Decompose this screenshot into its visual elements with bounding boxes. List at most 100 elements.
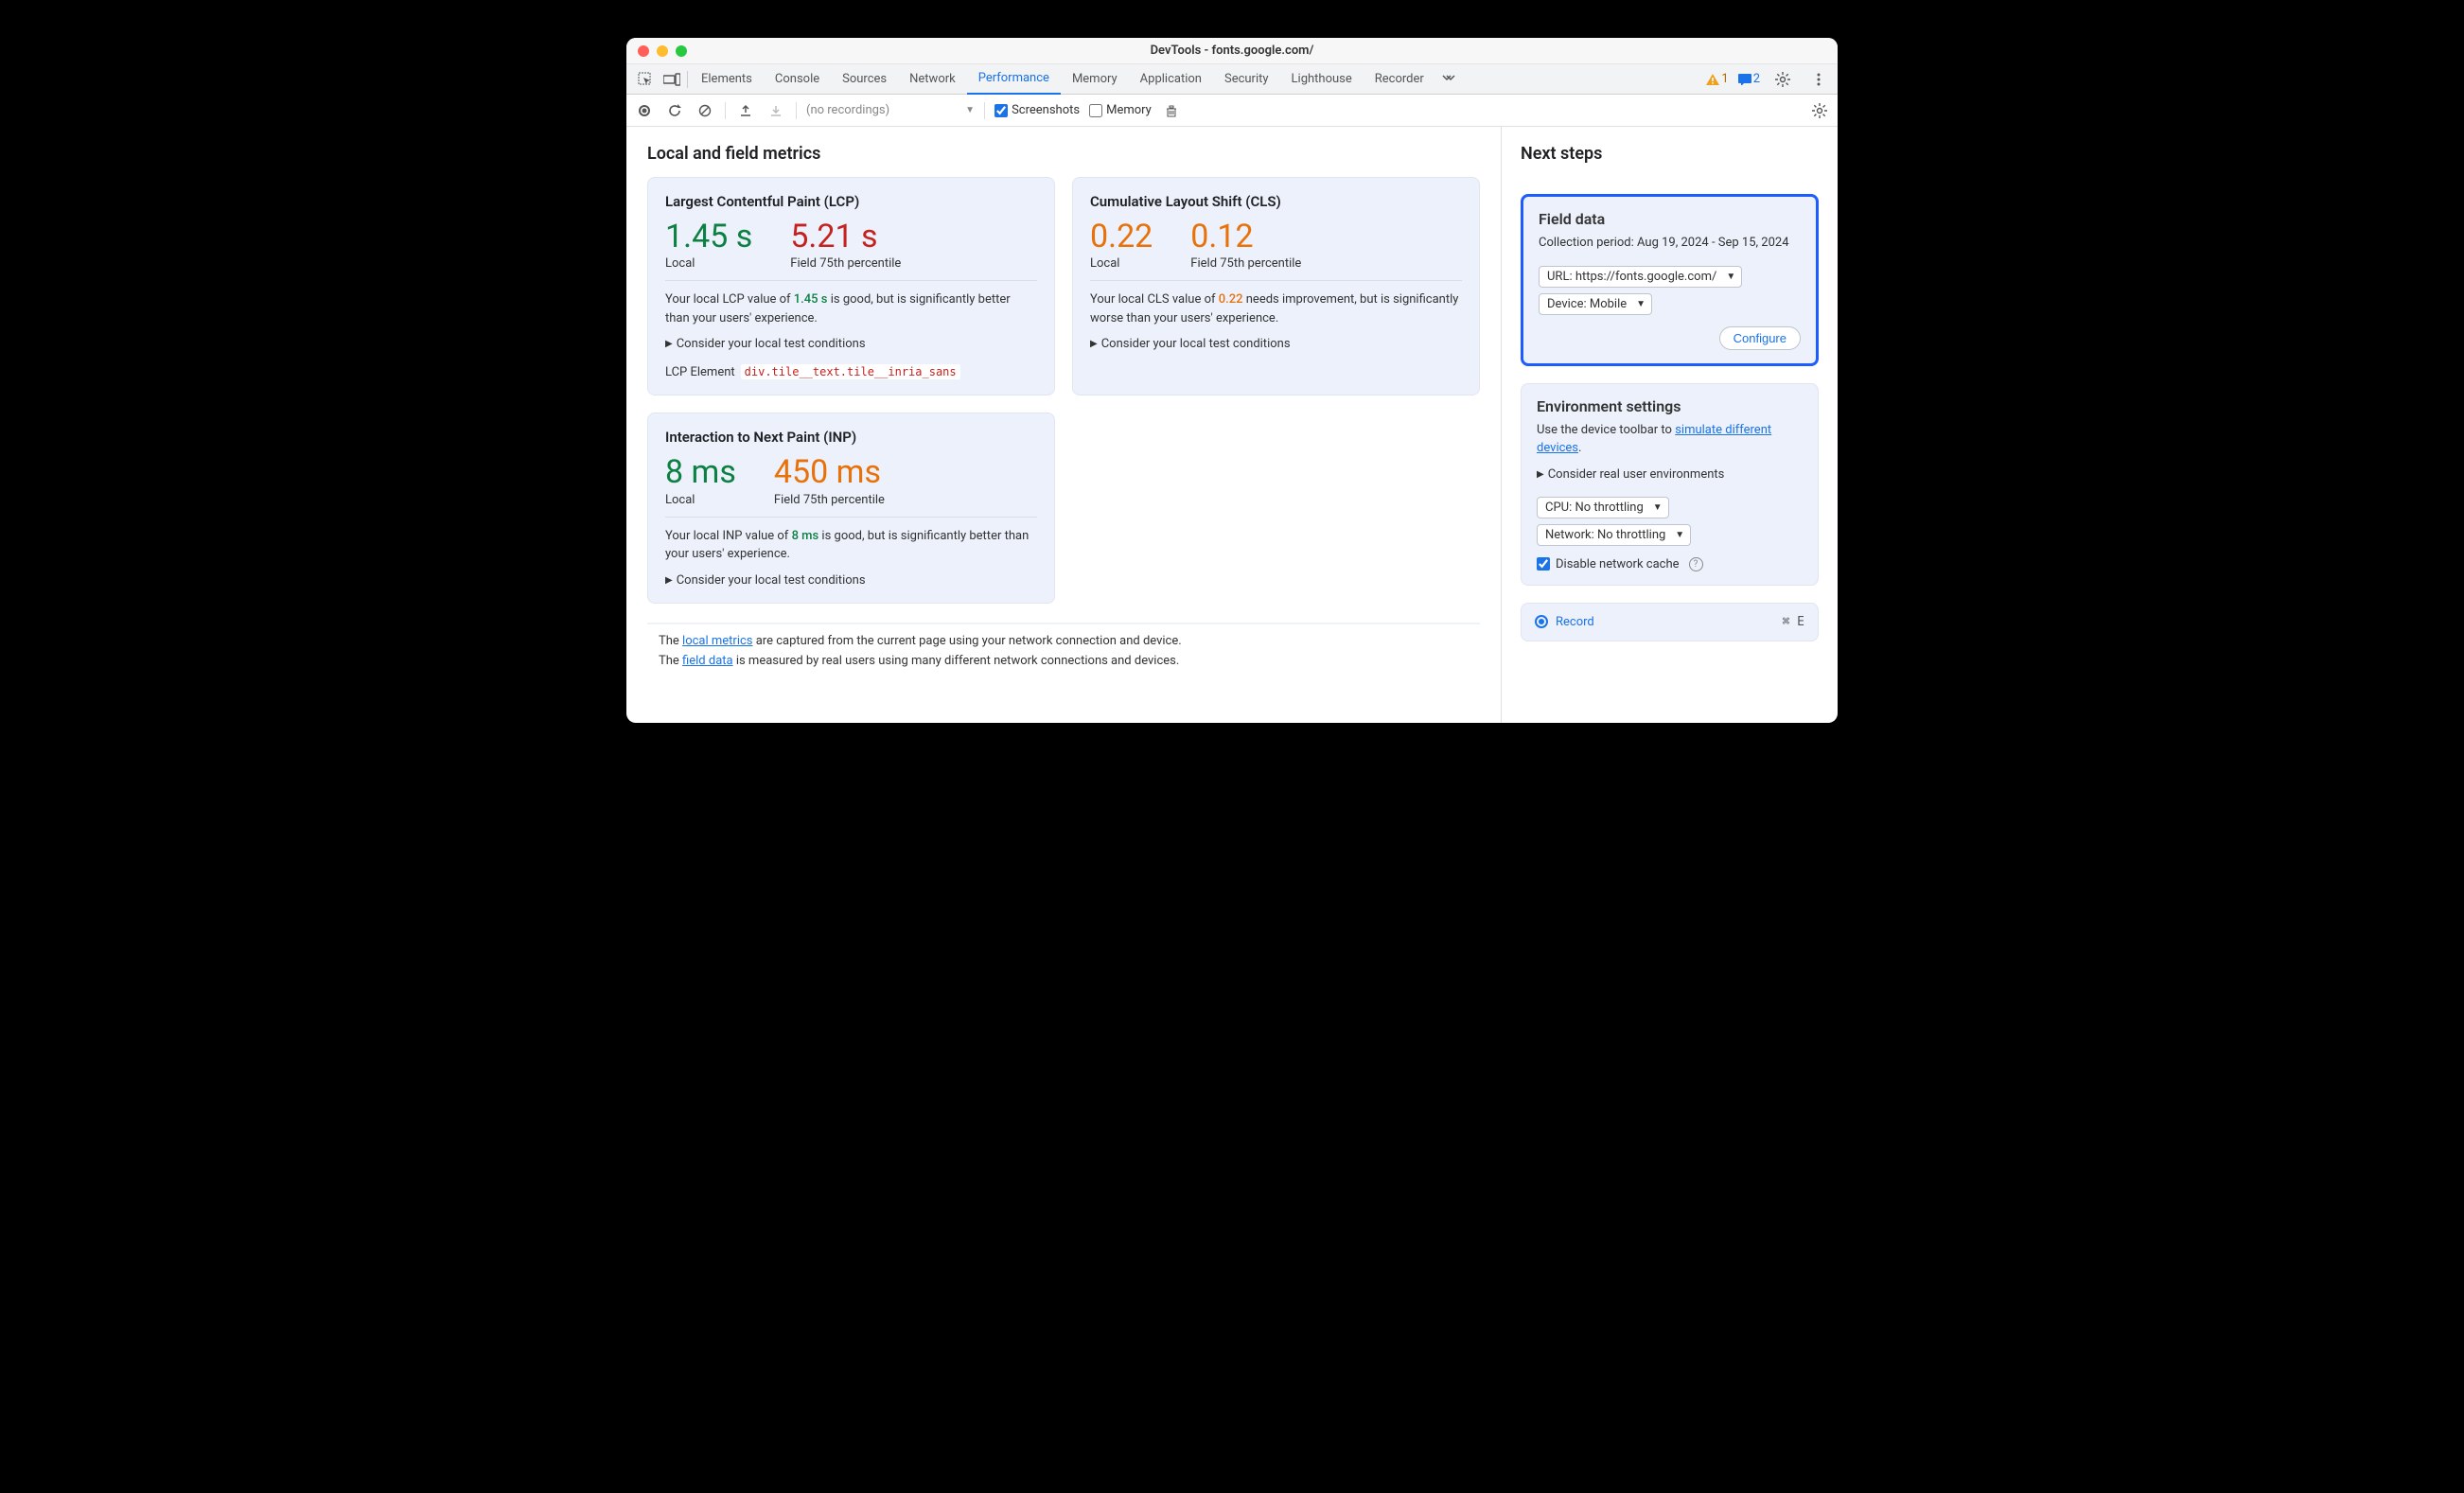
inp-field-value: 450 ms — [774, 455, 885, 490]
recordings-select[interactable]: (no recordings) ▼ — [806, 103, 975, 117]
lcp-field-label: Field 75th percentile — [790, 256, 901, 271]
inp-card: Interaction to Next Paint (INP) 8 ms Loc… — [647, 413, 1055, 603]
warning-icon — [1706, 74, 1719, 85]
record-icon — [1535, 615, 1548, 628]
titlebar: DevTools - fonts.google.com/ — [626, 38, 1838, 64]
screenshots-checkbox-input[interactable] — [994, 104, 1008, 117]
separator — [725, 102, 726, 119]
panel-settings-icon[interactable] — [1809, 103, 1830, 118]
device-toolbar-icon[interactable] — [659, 66, 685, 93]
inp-expand[interactable]: Consider your local test conditions — [665, 573, 1037, 588]
field-data-link[interactable]: field data — [682, 654, 733, 668]
tab-security[interactable]: Security — [1213, 64, 1280, 95]
devtools-window: DevTools - fonts.google.com/ Elements Co… — [626, 38, 1838, 723]
tab-memory[interactable]: Memory — [1061, 64, 1129, 95]
chevron-down-icon: ▼ — [1636, 299, 1646, 309]
messages-badge[interactable]: 2 — [1738, 72, 1760, 86]
memory-checkbox-input[interactable] — [1089, 104, 1102, 117]
warnings-count: 1 — [1721, 72, 1728, 86]
inp-field-label: Field 75th percentile — [774, 493, 885, 507]
tab-console[interactable]: Console — [764, 64, 831, 95]
tab-elements[interactable]: Elements — [690, 64, 764, 95]
lcp-title: Largest Contentful Paint (LCP) — [665, 193, 1037, 210]
separator — [687, 71, 688, 88]
disable-cache-label: Disable network cache — [1556, 557, 1680, 571]
url-select[interactable]: URL: https://fonts.google.com/▼ — [1539, 266, 1742, 288]
traffic-lights — [638, 45, 687, 57]
cls-card: Cumulative Layout Shift (CLS) 0.22 Local… — [1072, 177, 1480, 395]
env-expand[interactable]: Consider real user environments — [1537, 467, 1803, 482]
clear-icon[interactable] — [695, 104, 715, 117]
side-heading: Next steps — [1521, 144, 1819, 164]
tab-lighthouse[interactable]: Lighthouse — [1280, 64, 1364, 95]
lcp-description: Your local LCP value of 1.45 s is good, … — [665, 290, 1037, 327]
field-data-box: Field data Collection period: Aug 19, 20… — [1521, 194, 1819, 366]
footnote: The local metrics are captured from the … — [647, 623, 1480, 685]
garbage-collect-icon[interactable] — [1161, 104, 1182, 117]
more-tabs-icon[interactable] — [1435, 66, 1462, 93]
lcp-field-value: 5.21 s — [790, 220, 901, 255]
lcp-expand[interactable]: Consider your local test conditions — [665, 337, 1037, 351]
screenshots-checkbox[interactable]: Screenshots — [994, 103, 1080, 117]
lcp-element-code[interactable]: div.tile__text.tile__inria_sans — [741, 364, 960, 379]
lcp-local-label: Local — [665, 256, 752, 271]
reload-record-icon[interactable] — [664, 104, 685, 117]
side-panel: Next steps Field data Collection period:… — [1502, 127, 1838, 723]
help-icon[interactable]: ? — [1689, 557, 1703, 571]
performance-toolbar: (no recordings) ▼ Screenshots Memory — [626, 95, 1838, 127]
main-heading: Local and field metrics — [647, 144, 1480, 164]
metrics-grid: Largest Contentful Paint (LCP) 1.45 s Lo… — [647, 177, 1480, 604]
messages-count: 2 — [1753, 72, 1760, 86]
tab-performance[interactable]: Performance — [967, 64, 1061, 95]
minimize-icon[interactable] — [657, 45, 668, 57]
cls-local-label: Local — [1090, 256, 1153, 271]
lcp-card: Largest Contentful Paint (LCP) 1.45 s Lo… — [647, 177, 1055, 395]
warnings-badge[interactable]: 1 — [1706, 72, 1728, 86]
maximize-icon[interactable] — [676, 45, 687, 57]
record-label: Record — [1556, 615, 1594, 629]
cls-expand[interactable]: Consider your local test conditions — [1090, 337, 1462, 351]
memory-checkbox[interactable]: Memory — [1089, 103, 1152, 117]
environment-box: Environment settings Use the device tool… — [1521, 383, 1819, 586]
record-box: Record ⌘ E — [1521, 603, 1819, 641]
inp-local-value: 8 ms — [665, 455, 736, 490]
content-area: Local and field metrics Largest Contentf… — [626, 127, 1838, 723]
tab-sources[interactable]: Sources — [831, 64, 898, 95]
record-icon[interactable] — [634, 104, 655, 117]
tab-bar: Elements Console Sources Network Perform… — [626, 64, 1838, 95]
cls-description: Your local CLS value of 0.22 needs impro… — [1090, 290, 1462, 327]
upload-icon[interactable] — [735, 104, 756, 117]
env-desc: Use the device toolbar to simulate diffe… — [1537, 421, 1803, 458]
inp-description: Your local INP value of 8 ms is good, bu… — [665, 527, 1037, 564]
inp-local-label: Local — [665, 493, 736, 507]
chevron-down-icon: ▼ — [1675, 530, 1684, 540]
chevron-down-icon: ▼ — [965, 105, 975, 115]
device-select[interactable]: Device: Mobile▼ — [1539, 293, 1652, 315]
cpu-select[interactable]: CPU: No throttling▼ — [1537, 497, 1669, 518]
separator — [796, 102, 797, 119]
local-metrics-link[interactable]: local metrics — [682, 634, 752, 648]
configure-button[interactable]: Configure — [1719, 326, 1801, 350]
record-button[interactable]: Record — [1535, 615, 1594, 629]
chevron-down-icon: ▼ — [1653, 502, 1663, 513]
disable-cache-checkbox[interactable] — [1537, 557, 1550, 571]
tab-network[interactable]: Network — [898, 64, 967, 95]
inp-title: Interaction to Next Paint (INP) — [665, 429, 1037, 446]
kebab-menu-icon[interactable] — [1805, 66, 1832, 93]
cls-field-label: Field 75th percentile — [1190, 256, 1301, 271]
inspect-element-icon[interactable] — [632, 66, 659, 93]
recordings-label: (no recordings) — [806, 103, 889, 117]
lcp-element-row: LCP Element div.tile__text.tile__inria_s… — [665, 364, 1037, 379]
separator — [984, 102, 985, 119]
close-icon[interactable] — [638, 45, 649, 57]
chevron-down-icon: ▼ — [1726, 272, 1735, 282]
message-icon — [1738, 74, 1751, 85]
settings-icon[interactable] — [1769, 66, 1796, 93]
network-select[interactable]: Network: No throttling▼ — [1537, 524, 1691, 546]
cls-title: Cumulative Layout Shift (CLS) — [1090, 193, 1462, 210]
tab-recorder[interactable]: Recorder — [1364, 64, 1435, 95]
record-shortcut: ⌘ E — [1783, 615, 1804, 629]
tab-application[interactable]: Application — [1129, 64, 1213, 95]
cls-field-value: 0.12 — [1190, 220, 1301, 255]
lcp-element-label: LCP Element — [665, 365, 735, 379]
